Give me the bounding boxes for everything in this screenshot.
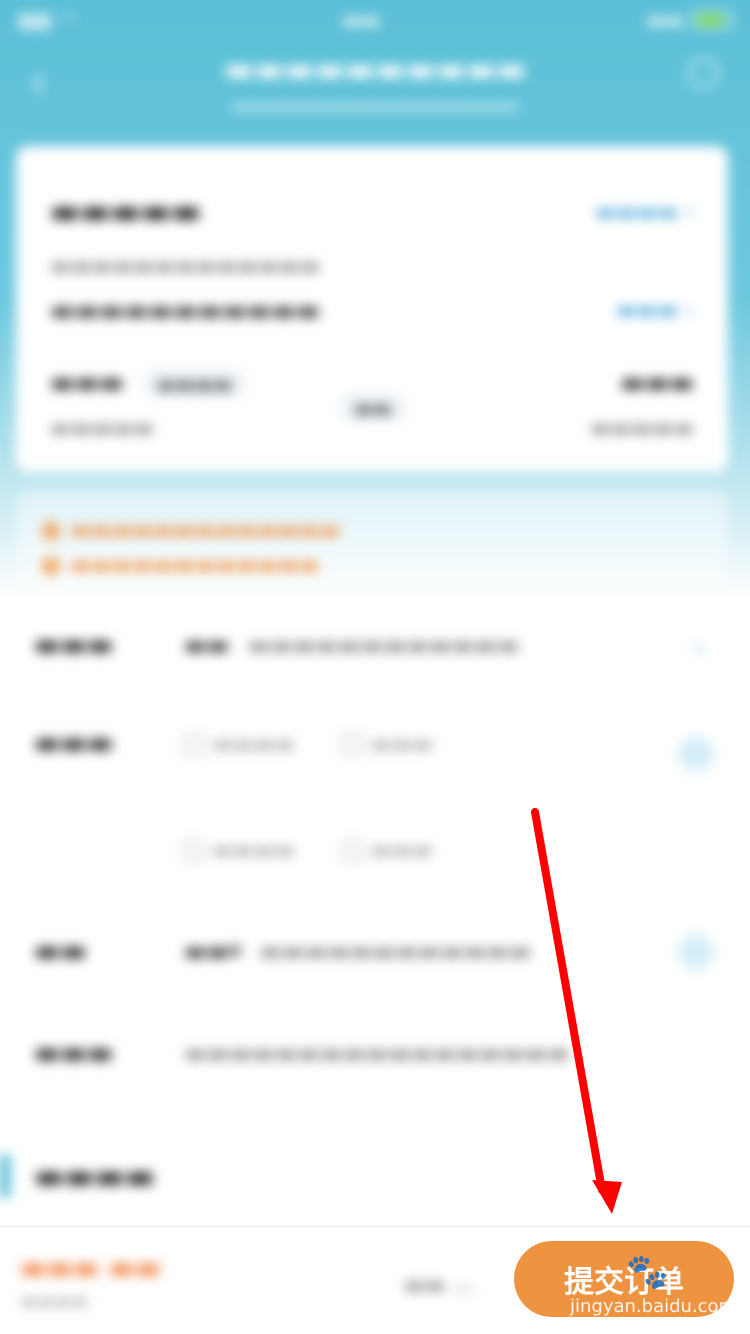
phone-value-placeholder: ▬▬▾ ▬▬▬▬▬▬▬▬▬▬▬▬ [184,936,532,965]
card-link-2-placeholder[interactable]: ▬▬▬ › [616,298,694,323]
card-subtitle-placeholder: ▬▬▬▬▬▬▬▬▬▬▬▬▬ [50,254,321,279]
customer-service-button[interactable]: ◯ [686,54,720,89]
headset-icon: ◯ [686,54,720,89]
annotation-arrow-head [592,1180,622,1214]
phone-label-placeholder: ▬▬ [34,934,87,967]
passenger-row-2: ▬▬▬▬ ▬▬▬ [34,838,720,867]
signal-icon: ▮▮▮ [18,8,52,32]
depart-station-placeholder: ▬▬▬▬▬ [50,416,154,441]
status-left: ▮▮▮ ◠ [18,8,76,32]
passenger-row: ▬▬▬ ▬▬▬▬ ▬▬▬ [34,726,720,772]
price-placeholder: ▬▬▬ ▬▬ [20,1251,162,1284]
nav-bar: ‹ ▬▬▬▬▬▬▬▬▬▬ ▬▬▬▬▬▬▬▬▬▬▬▬▬▬▬▬▬▬▬ ◯ [0,40,750,130]
add-passenger-icon[interactable] [678,736,714,772]
card-station-row: ▬▬▬▬▬ ▬▬▬▬▬ [50,416,694,441]
card-title-row: ▬▬▬▬▬ ▬▬▬▬ › [50,192,694,230]
seat-row[interactable]: ▬▬▬ ▬▬ ▬▬▬▬▬▬▬▬▬▬▬▬ ⌄ [34,628,720,661]
section-title: ▬▬▬▬ [0,1154,155,1198]
email-label-placeholder: ▬▬▬ [34,1036,114,1069]
passenger-options: ▬▬▬▬ ▬▬▬ [184,732,473,761]
baidu-paw-icon: 🐾 [626,1252,669,1292]
status-bar: ▮▮▮ ◠ ▬▬ ▬▬ [0,0,750,40]
section-title-placeholder: ▬▬▬▬ [34,1157,155,1195]
notice-line: ▬▬▬▬▬▬▬▬▬▬▬▬▬ [42,518,702,543]
passenger-option[interactable]: ▬▬▬ [342,838,433,863]
arrive-placeholder: ▬▬▬ [620,368,694,398]
email-row[interactable]: ▬▬▬ ▬▬▬▬▬▬▬▬▬▬▬▬▬▬▬▬▬ [34,1036,720,1069]
email-value-placeholder: ▬▬▬▬▬▬▬▬▬▬▬▬▬▬▬▬▬ [184,1038,570,1067]
depart-pill-placeholder: ▬▬▬▬ [142,368,247,400]
passenger-label-placeholder: ▬▬▬ [34,726,114,759]
nav-title-placeholder: ▬▬▬▬▬▬▬▬▬▬ [223,50,527,88]
notice-line: ▬▬▬▬▬▬▬▬▬▬▬▬ [42,553,702,578]
watermark-text: jingyan.baidu.com [570,1296,737,1317]
wifi-icon: ◠ [59,8,77,32]
checkbox-icon [184,734,204,755]
arrive-station-placeholder: ▬▬▬▬▬ [590,416,694,441]
passenger-options-2: ▬▬▬▬ ▬▬▬ [184,838,473,867]
seat-value-placeholder: ▬▬ ▬▬▬▬▬▬▬▬▬▬▬▬ [184,630,520,659]
notice-block: ▬▬▬▬▬▬▬▬▬▬▬▬▬ ▬▬▬▬▬▬▬▬▬▬▬▬ [16,490,728,590]
section-accent-bar [0,1154,10,1198]
trip-info-card: ▬▬▬▬▬ ▬▬▬▬ › ▬▬▬▬▬▬▬▬▬▬▬▬▬ ▬▬▬▬▬▬▬▬▬▬▬ ▬… [16,146,728,472]
passenger-option[interactable]: ▬▬▬▬ [184,732,295,757]
battery-percent: ▬▬ [646,8,684,32]
phone-row[interactable]: ▬▬ ▬▬▾ ▬▬▬▬▬▬▬▬▬▬▬▬ [34,934,720,970]
card-body-placeholder: ▬▬▬▬▬▬▬▬▬▬▬ [50,296,321,326]
status-time: ▬▬ [342,8,381,32]
card-link-placeholder[interactable]: ▬▬▬▬ › [595,200,694,225]
card-schedule-row: ▬▬▬ ▬▬▬▬ ▬▬ ▬▬▬ [50,368,694,424]
notice-line-placeholder: ▬▬▬▬▬▬▬▬▬▬▬▬▬ [70,518,341,543]
checkbox-icon [184,840,204,861]
notice-line-placeholder: ▬▬▬▬▬▬▬▬▬▬▬▬ [70,553,320,578]
passenger-option[interactable]: ▬▬▬ [342,732,433,757]
card-title-placeholder: ▬▬▬▬▬ [50,192,202,230]
warning-icon [42,521,60,540]
nav-subtitle-placeholder: ▬▬▬▬▬▬▬▬▬▬▬▬▬▬▬▬▬▬▬ [231,96,519,115]
status-right: ▬▬ [646,8,732,32]
depart-placeholder: ▬▬▬ [50,368,124,398]
price-detail-placeholder[interactable]: ▬▬ ︿ [404,1267,475,1299]
passenger-option[interactable]: ▬▬▬▬ [184,838,295,863]
seat-label-placeholder: ▬▬▬ [34,628,114,661]
chevron-down-icon: ⌄ [688,629,710,660]
card-body-row: ▬▬▬▬▬▬▬▬▬▬▬ ▬▬▬ › [50,296,694,326]
warning-icon [42,556,60,575]
price-sub-placeholder: ▬▬▬▬ [20,1291,89,1312]
checkbox-icon [342,734,363,755]
card-subtitle-row: ▬▬▬▬▬▬▬▬▬▬▬▬▬ [50,254,694,279]
battery-icon [691,11,732,29]
checkbox-icon [342,840,363,861]
annotation-arrow-shaft [531,808,606,1194]
contact-icon[interactable] [678,934,714,970]
booking-page: ▮▮▮ ◠ ▬▬ ▬▬ ‹ ▬▬▬▬▬▬▬▬▬▬ ▬▬▬▬▬▬▬▬▬▬▬▬▬▬▬… [0,0,750,1334]
